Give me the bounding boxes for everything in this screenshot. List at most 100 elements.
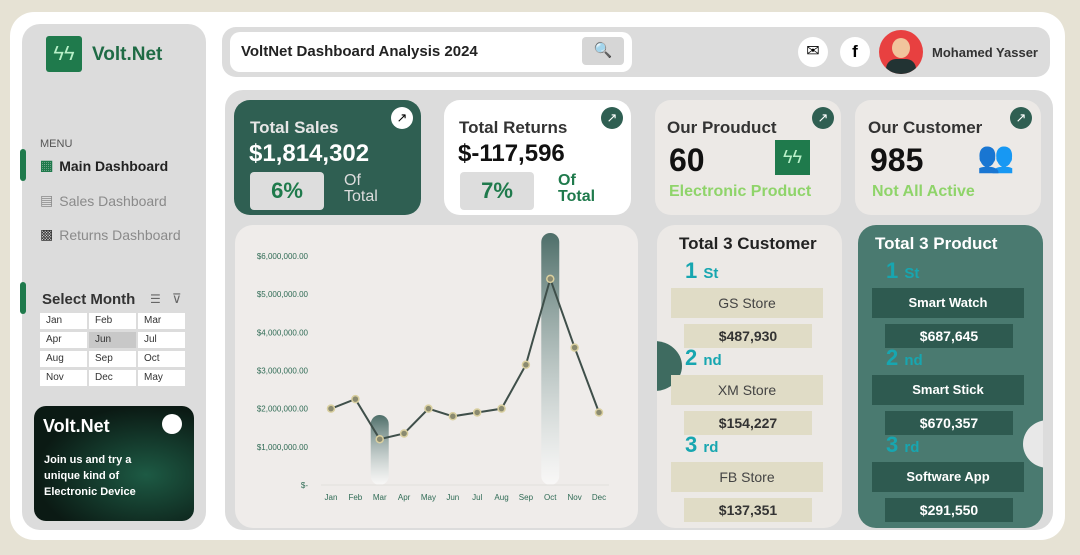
promo-text: Join us and try a unique kind of Electro… <box>44 454 136 498</box>
rank-suffix: nd <box>703 352 722 369</box>
sidebar-item-returns-dashboard[interactable]: ▩ Returns Dashboard <box>40 226 181 243</box>
total-label: Total <box>558 188 596 205</box>
rank-label: 1 St <box>886 258 919 284</box>
data-point-dec <box>594 408 604 417</box>
clear-filter-icon[interactable]: ⊽ <box>172 291 182 307</box>
of-total-label: Of Total <box>344 173 378 205</box>
title-box: VoltNet Dashboard Analysis 2024 🔍 <box>230 32 632 72</box>
rank-suffix: St <box>703 265 719 282</box>
sidebar-item-label: Main Dashboard <box>59 157 169 174</box>
x-tick-label: Apr <box>398 493 411 502</box>
data-point-jun <box>448 412 458 421</box>
total-sales-card: Total Sales $1,814,302 ↗ 6% Of Total <box>234 100 421 215</box>
month-mar[interactable]: Mar <box>138 313 185 329</box>
y-tick-label: $4,000,000.00 <box>257 328 309 337</box>
month-jul[interactable]: Jul <box>138 332 185 348</box>
select-month-label: Select Month <box>42 291 136 308</box>
month-jun[interactable]: Jun <box>89 332 136 348</box>
data-point-feb <box>351 394 360 404</box>
rank-label: 3 rd <box>886 432 919 458</box>
facebook-icon[interactable]: f <box>840 37 870 67</box>
month-aug[interactable]: Aug <box>40 351 87 367</box>
x-tick-label: May <box>421 493 436 502</box>
month-feb[interactable]: Feb <box>89 313 136 329</box>
data-point-oct <box>546 274 555 284</box>
slicer-indicator <box>20 282 26 314</box>
month-apr[interactable]: Apr <box>40 332 87 348</box>
y-tick-label: $- <box>301 481 308 490</box>
card-title: Our Prouduct <box>667 118 777 137</box>
x-tick-label: Sep <box>519 493 534 502</box>
card-percent: 6% <box>250 172 324 210</box>
x-tick-label: Jun <box>446 493 459 502</box>
promo-title: Volt.Net <box>43 416 110 436</box>
highlight-bar-oct <box>541 233 560 485</box>
of-label: Of <box>344 172 361 189</box>
y-tick-label: $3,000,000.00 <box>257 367 309 376</box>
total-label: Total <box>344 188 378 205</box>
of-total-label: Of Total <box>558 173 595 205</box>
data-point-may <box>424 404 433 413</box>
card-title: Total Sales <box>250 118 339 137</box>
card-value: $1,814,302 <box>249 140 370 167</box>
mail-icon[interactable]: ✉ <box>798 37 828 67</box>
x-tick-label: Nov <box>568 493 582 502</box>
pencil-icon[interactable]: ↗ <box>1010 107 1032 129</box>
item-name: Smart Stick <box>872 375 1024 405</box>
returns-icon: ▩ <box>40 226 54 242</box>
rank-number: 2 <box>685 345 698 370</box>
pencil-icon[interactable]: ↗ <box>601 107 623 129</box>
item-value: $291,550 <box>885 498 1013 522</box>
document-icon: ▤ <box>40 192 54 208</box>
data-point-nov <box>570 343 579 352</box>
month-may[interactable]: May <box>138 370 185 386</box>
y-tick-label: $5,000,000.00 <box>257 290 309 299</box>
rank-number: 1 <box>685 258 698 283</box>
item-name: Smart Watch <box>872 288 1024 318</box>
month-dec[interactable]: Dec <box>89 370 136 386</box>
month-oct[interactable]: Oct <box>138 351 185 367</box>
pencil-icon[interactable]: ↗ <box>812 107 834 129</box>
pencil-icon[interactable]: ↗ <box>391 107 413 129</box>
highlight-bar-mar <box>370 415 389 485</box>
data-point-apr <box>399 429 409 438</box>
item-name: Software App <box>872 462 1024 492</box>
rank-label: 2 nd <box>685 345 722 371</box>
customer-search-icon: 👥 <box>977 141 1015 174</box>
rank-number: 2 <box>886 345 899 370</box>
card-value: $-117,596 <box>458 140 565 167</box>
x-tick-label: Aug <box>494 493 508 502</box>
promo-banner: Volt.Net Join us and try a unique kind o… <box>34 406 194 521</box>
y-tick-label: $1,000,000.00 <box>257 443 309 452</box>
sidebar-item-sales-dashboard[interactable]: ▤ Sales Dashboard <box>40 192 167 209</box>
data-point-sep <box>521 360 531 370</box>
item-name: XM Store <box>671 375 823 405</box>
data-point-jul <box>472 408 482 417</box>
page-title: VoltNet Dashboard Analysis 2024 <box>241 43 478 60</box>
panel-title: Total 3 Customer <box>679 234 817 253</box>
y-tick-label: $6,000,000.00 <box>257 252 309 261</box>
brand-name: Volt.Net <box>92 44 163 65</box>
month-jan[interactable]: Jan <box>40 313 87 329</box>
analysis-icon[interactable]: 🔍 <box>582 37 624 65</box>
sales-chart-panel: $- $1,000,000.00 $2,000,000.00 $3,000,000.0… <box>235 225 638 528</box>
x-tick-label: Jan <box>325 493 338 502</box>
data-point-aug <box>497 404 506 413</box>
data-point-mar <box>375 434 384 444</box>
multi-select-icon[interactable]: ☰ <box>150 292 161 306</box>
item-value: $137,351 <box>684 498 812 522</box>
user-name: Mohamed Yasser <box>932 45 1038 60</box>
decor-circle <box>1023 420 1043 468</box>
rank-label: 2 nd <box>886 345 923 371</box>
of-label: Of <box>558 172 576 189</box>
month-sep[interactable]: Sep <box>89 351 136 367</box>
month-nov[interactable]: Nov <box>40 370 87 386</box>
sidebar-item-main-dashboard[interactable]: ▦ Main Dashboard <box>40 157 168 174</box>
x-tick-label: Oct <box>544 493 557 502</box>
rank-suffix: St <box>904 265 920 282</box>
avatar <box>879 30 923 74</box>
avatar-face <box>892 38 910 58</box>
rank-number: 1 <box>886 258 899 283</box>
x-tick-label: Jul <box>472 493 482 502</box>
card-subtitle: Not All Active <box>872 183 975 200</box>
